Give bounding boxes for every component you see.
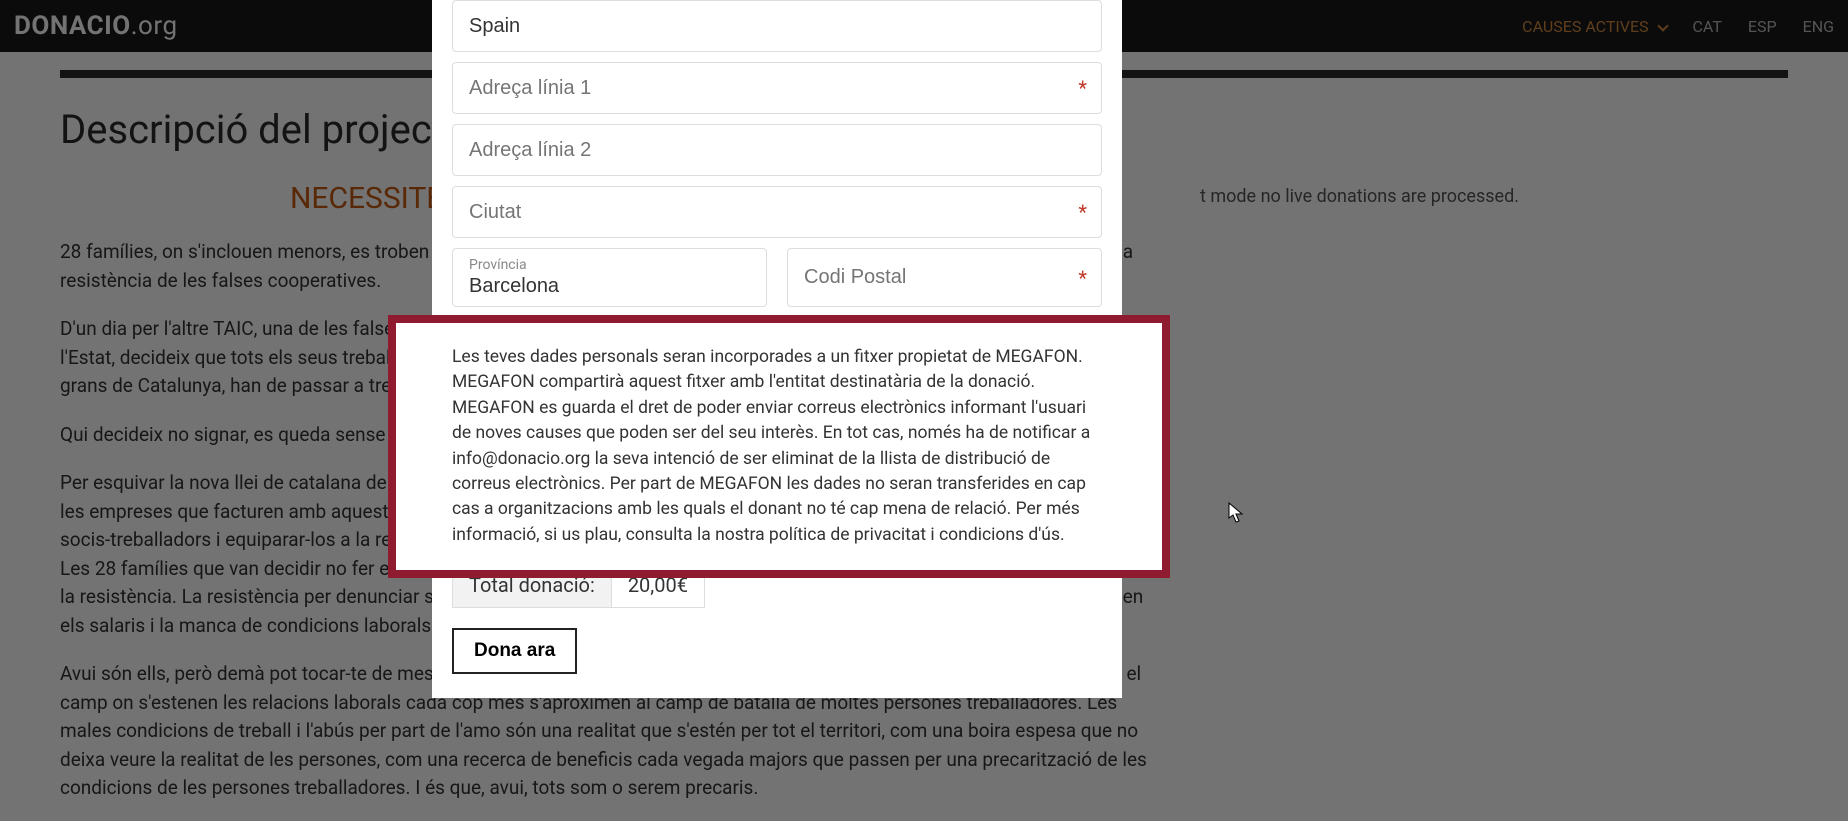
postal-field[interactable]: * xyxy=(787,248,1102,307)
province-label: Província xyxy=(469,257,527,273)
province-field[interactable]: Província xyxy=(452,248,767,307)
terms-box: Les teves dades personals seran incorpor… xyxy=(388,315,1170,578)
terms-text: Les teves dades personals seran incorpor… xyxy=(452,345,1106,548)
country-input[interactable] xyxy=(469,15,1085,38)
city-field[interactable]: * xyxy=(452,186,1102,238)
address2-field[interactable] xyxy=(452,124,1102,176)
required-mark: * xyxy=(1078,200,1087,224)
donate-button[interactable]: Dona ara xyxy=(452,628,577,674)
postal-input[interactable] xyxy=(804,266,1085,289)
address2-input[interactable] xyxy=(469,139,1085,162)
required-mark: * xyxy=(1078,76,1087,100)
address1-field[interactable]: * xyxy=(452,62,1102,114)
required-mark: * xyxy=(1078,266,1087,290)
address1-input[interactable] xyxy=(469,77,1085,100)
city-input[interactable] xyxy=(469,201,1085,224)
province-input[interactable] xyxy=(469,275,750,298)
country-field[interactable] xyxy=(452,0,1102,52)
